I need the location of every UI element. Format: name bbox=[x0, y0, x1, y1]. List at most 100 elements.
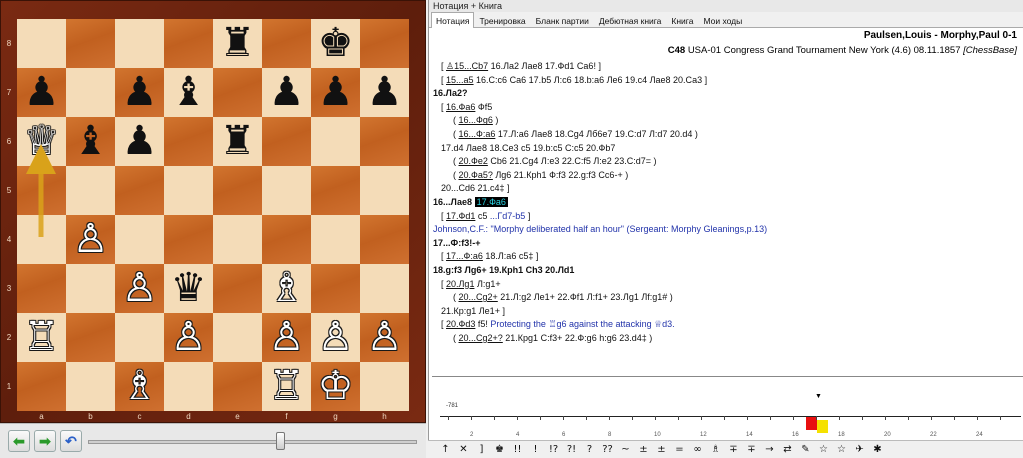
notation-text[interactable]: Лg6 21.Крh1 Ф:f3 22.g:f3 Cс6-+ ) bbox=[493, 170, 628, 180]
notation-line[interactable]: [ 17.Фd1 c5 ...Гd7-b5 ] bbox=[433, 210, 1019, 224]
notation-line[interactable]: 16...Лае8 17.Фа6 bbox=[433, 196, 1019, 210]
notation-text[interactable]: 16...Ф:а6 bbox=[459, 129, 496, 139]
square-b5[interactable] bbox=[66, 166, 115, 215]
notation-text[interactable]: 20.Фd3 bbox=[446, 319, 475, 329]
black-piece-icon[interactable]: ♜ bbox=[220, 117, 256, 166]
notation-line[interactable]: [ 17...Ф:а6 18.Л:а6 c5‡ ] bbox=[433, 250, 1019, 264]
square-c2[interactable] bbox=[115, 313, 164, 362]
square-b8[interactable] bbox=[66, 19, 115, 68]
notation-text[interactable]: f5! bbox=[475, 319, 490, 329]
square-e3[interactable] bbox=[213, 264, 262, 313]
annotation-symbol-button[interactable]: = bbox=[672, 444, 687, 455]
notation-line[interactable]: 18.g:f3 Лg6+ 19.Крh1 Сh3 20.Лd1 bbox=[433, 264, 1019, 278]
square-d4[interactable] bbox=[164, 215, 213, 264]
annotation-symbol-button[interactable]: ] bbox=[474, 444, 489, 455]
notation-line[interactable]: [ 16.Фа6 Фf5 bbox=[433, 101, 1019, 115]
square-d2[interactable]: ♙ bbox=[164, 313, 213, 362]
black-piece-icon[interactable]: ♝ bbox=[171, 68, 207, 117]
notation-text[interactable]: 17.Фd1 bbox=[446, 211, 475, 221]
square-f3[interactable]: ♗ bbox=[262, 264, 311, 313]
notation-text[interactable]: Л:g1+ bbox=[474, 279, 501, 289]
white-piece-icon[interactable]: ♙ bbox=[318, 313, 354, 362]
annotation-symbol-button[interactable]: ✈ bbox=[852, 444, 867, 455]
annotation-symbol-button[interactable]: ? bbox=[582, 444, 597, 455]
square-h7[interactable]: ♟ bbox=[360, 68, 409, 117]
square-e4[interactable] bbox=[213, 215, 262, 264]
square-f1[interactable]: ♖ bbox=[262, 362, 311, 411]
white-piece-icon[interactable]: ♖ bbox=[24, 313, 60, 362]
square-a6[interactable]: ♕ bbox=[17, 117, 66, 166]
notation-line[interactable]: 17.d4 Лае8 18.Сe3 c5 19.b:с5 С:с5 20.Фb7 bbox=[433, 142, 1019, 156]
square-c3[interactable]: ♙ bbox=[115, 264, 164, 313]
notation-line[interactable]: ( 16...Фg6 ) bbox=[433, 114, 1019, 128]
black-piece-icon[interactable]: ♟ bbox=[367, 68, 403, 117]
square-d7[interactable]: ♝ bbox=[164, 68, 213, 117]
annotation-symbol-button[interactable]: ∞ bbox=[690, 444, 705, 455]
square-g8[interactable]: ♚ bbox=[311, 19, 360, 68]
square-a8[interactable] bbox=[17, 19, 66, 68]
annotation-symbol-button[interactable]: ⇄ bbox=[780, 444, 795, 455]
black-piece-icon[interactable]: ♟ bbox=[318, 68, 354, 117]
square-h3[interactable] bbox=[360, 264, 409, 313]
notation-line[interactable]: [ 20.Фd3 f5! Protecting the ♖g6 against … bbox=[433, 318, 1019, 332]
annotation-symbol-button[interactable]: ✎ bbox=[798, 444, 813, 455]
square-g4[interactable] bbox=[311, 215, 360, 264]
notation-line[interactable]: 16.Ла2? bbox=[433, 87, 1019, 101]
notation-text[interactable]: 17...Ф:а6 bbox=[446, 251, 483, 261]
black-piece-icon[interactable]: ♛ bbox=[171, 264, 207, 313]
tab-scoresheet[interactable]: Бланк партии bbox=[531, 12, 594, 28]
notation-line[interactable]: ( 16...Ф:а6 17.Л:а6 Лае8 18.Сg4 Лб6е7 19… bbox=[433, 128, 1019, 142]
square-a3[interactable] bbox=[17, 264, 66, 313]
notation-text[interactable]: 16.С:с6 Са6 17.b5 Л:с6 18.b:а6 Ле6 19.с4… bbox=[474, 75, 707, 85]
notation-text[interactable]: 17.Л:а6 Лае8 18.Сg4 Лб6е7 19.С:d7 Л:d7 2… bbox=[495, 129, 698, 139]
notation-text[interactable]: 16...Фg6 bbox=[459, 115, 493, 125]
square-c4[interactable] bbox=[115, 215, 164, 264]
square-e8[interactable]: ♜ bbox=[213, 19, 262, 68]
white-piece-icon[interactable]: ♙ bbox=[73, 215, 109, 264]
white-piece-icon[interactable]: ♖ bbox=[269, 362, 305, 411]
annotation-symbol-button[interactable]: ✱ bbox=[870, 444, 885, 455]
annotation-symbol-button[interactable]: ♗ bbox=[708, 444, 723, 455]
annotation-symbol-button[interactable]: ± bbox=[654, 444, 669, 455]
square-c7[interactable]: ♟ bbox=[115, 68, 164, 117]
square-g5[interactable] bbox=[311, 166, 360, 215]
notation-text[interactable]: Protecting the ♖g6 against the attacking… bbox=[490, 319, 674, 329]
white-piece-icon[interactable]: ♗ bbox=[122, 362, 158, 411]
square-g1[interactable]: ♔ bbox=[311, 362, 360, 411]
chessboard[interactable]: ♜ ♚ ♟ ♟ ♝ ♟ ♟ ♟ ♕ ♝ ♟ ♜ ♙ ♙ ♛ ♗ ♖ ♙ ♙ ♙ ♙ ♗ ♖ ♔ bbox=[17, 19, 409, 411]
square-a5[interactable] bbox=[17, 166, 66, 215]
tab-notation[interactable]: Нотация bbox=[431, 12, 475, 28]
annotation-symbol-button[interactable]: !? bbox=[546, 444, 561, 455]
square-b6[interactable]: ♝ bbox=[66, 117, 115, 166]
notation-line[interactable]: 17...Ф:f3!-+ bbox=[433, 237, 1019, 251]
notation-text[interactable]: ] bbox=[525, 211, 531, 221]
square-c8[interactable] bbox=[115, 19, 164, 68]
square-c1[interactable]: ♗ bbox=[115, 362, 164, 411]
evaluation-graph[interactable]: -781 ▼ 2 4 6 8 10 12 14 16 18 20 22 24 bbox=[432, 376, 1023, 440]
notation-text[interactable]: 20...Cg2+? bbox=[459, 333, 503, 343]
black-piece-icon[interactable]: ♟ bbox=[24, 68, 60, 117]
square-f2[interactable]: ♙ bbox=[262, 313, 311, 362]
notation-text[interactable]: 20...Cg2+ bbox=[459, 292, 498, 302]
square-h8[interactable] bbox=[360, 19, 409, 68]
square-e6[interactable]: ♜ bbox=[213, 117, 262, 166]
square-g3[interactable] bbox=[311, 264, 360, 313]
white-piece-icon[interactable]: ♙ bbox=[171, 313, 207, 362]
move-slider-thumb[interactable] bbox=[276, 432, 285, 450]
notation-line[interactable]: ( 20...Cg2+? 21.Крg1 C:f3+ 22.Ф:g6 h:g6 … bbox=[433, 332, 1019, 346]
white-piece-icon[interactable]: ♙ bbox=[269, 313, 305, 362]
black-piece-icon[interactable]: ♟ bbox=[122, 117, 158, 166]
notation-line[interactable]: [ ♙15...Cb7 16.Ла2 Лае8 17.Фd1 Са6! ] bbox=[433, 60, 1019, 74]
notation-text[interactable]: 21.Л:g2 Ле1+ 22.Фf1 Л:f1+ 23.Лg1 Лf:g1# … bbox=[498, 292, 672, 302]
notation-text[interactable]: 16.Ла2 Лае8 17.Фd1 Са6! ] bbox=[488, 61, 601, 71]
tab-training[interactable]: Тренировка bbox=[474, 12, 530, 28]
current-move[interactable]: 17.Фа6 bbox=[474, 196, 508, 207]
notation-text[interactable]: 18.Л:а6 c5‡ ] bbox=[483, 251, 538, 261]
notation-line[interactable]: [ 15...a5 16.С:с6 Са6 17.b5 Л:с6 18.b:а6… bbox=[433, 74, 1019, 88]
notation-text[interactable]: Cb6 21.Cg4 Л:e3 22.C:f5 Л:e2 23.C:d7= ) bbox=[488, 156, 656, 166]
square-a1[interactable] bbox=[17, 362, 66, 411]
move-notation[interactable]: [ ♙15...Cb7 16.Ла2 Лае8 17.Фd1 Са6! ][ 1… bbox=[429, 57, 1023, 348]
notation-text[interactable]: 20.Лg1 bbox=[446, 279, 474, 289]
square-g7[interactable]: ♟ bbox=[311, 68, 360, 117]
undo-icon[interactable]: ↶ bbox=[60, 430, 82, 452]
